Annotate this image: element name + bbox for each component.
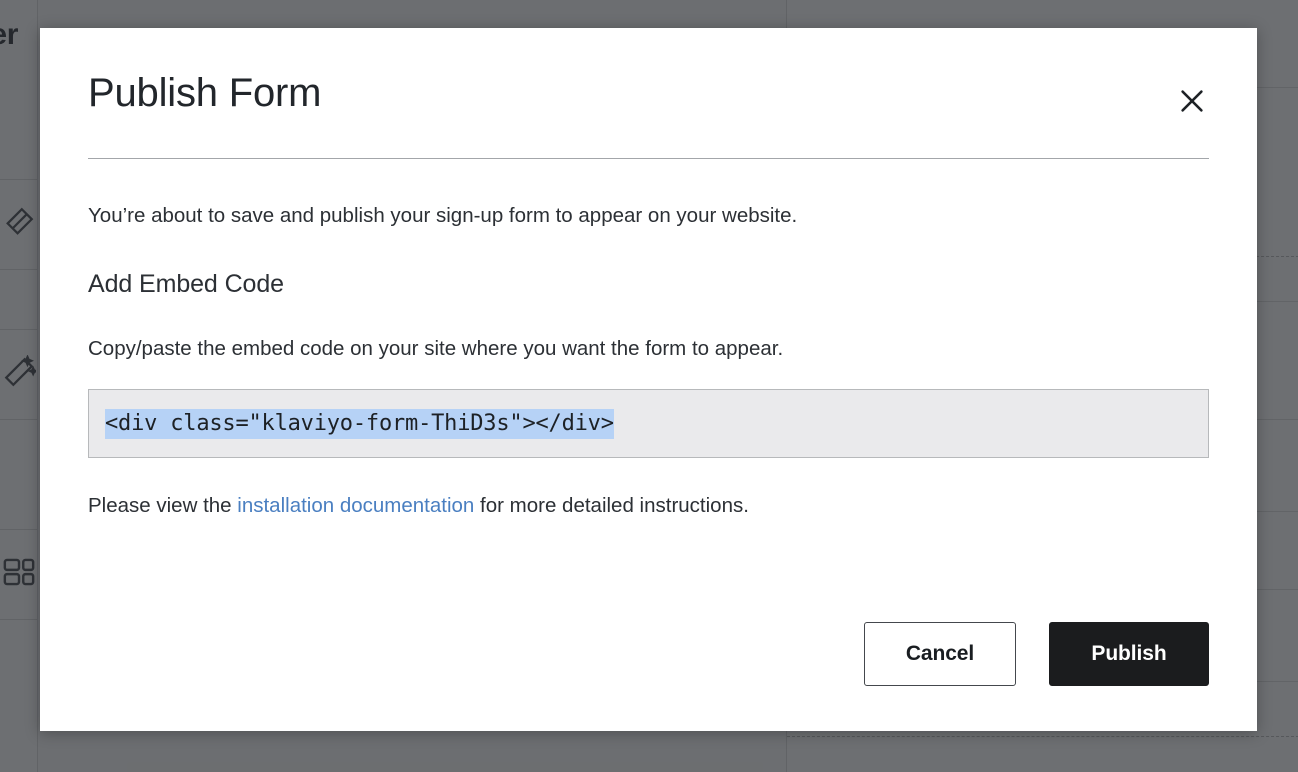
close-icon — [1177, 86, 1207, 116]
modal-body: You’re about to save and publish your si… — [88, 159, 1209, 520]
docs-suffix-text: for more detailed instructions. — [474, 494, 749, 518]
intro-paragraph: You’re about to save and publish your si… — [88, 204, 798, 227]
documentation-paragraph: Please view the installation documentati… — [88, 493, 1209, 520]
publish-button[interactable]: Publish — [1049, 622, 1209, 686]
close-button[interactable] — [1175, 84, 1209, 118]
installation-documentation-link[interactable]: installation documentation — [237, 494, 474, 517]
publish-form-modal: Publish Form You’re about to save and pu… — [40, 28, 1257, 731]
embed-code-field[interactable]: <div class="klaviyo-form-ThiD3s"></div> — [88, 389, 1209, 459]
modal-footer: Cancel Publish — [864, 622, 1209, 686]
embed-code-heading: Add Embed Code — [88, 269, 284, 298]
copy-instruction-text: Copy/paste the embed code on your site w… — [88, 336, 784, 360]
docs-prefix-text: Please view the — [88, 494, 238, 518]
page-title: Publish Form — [88, 71, 322, 115]
cancel-button[interactable]: Cancel — [864, 622, 1016, 686]
modal-header: Publish Form — [88, 28, 1209, 158]
embed-code-value[interactable]: <div class="klaviyo-form-ThiD3s"></div> — [105, 408, 614, 439]
